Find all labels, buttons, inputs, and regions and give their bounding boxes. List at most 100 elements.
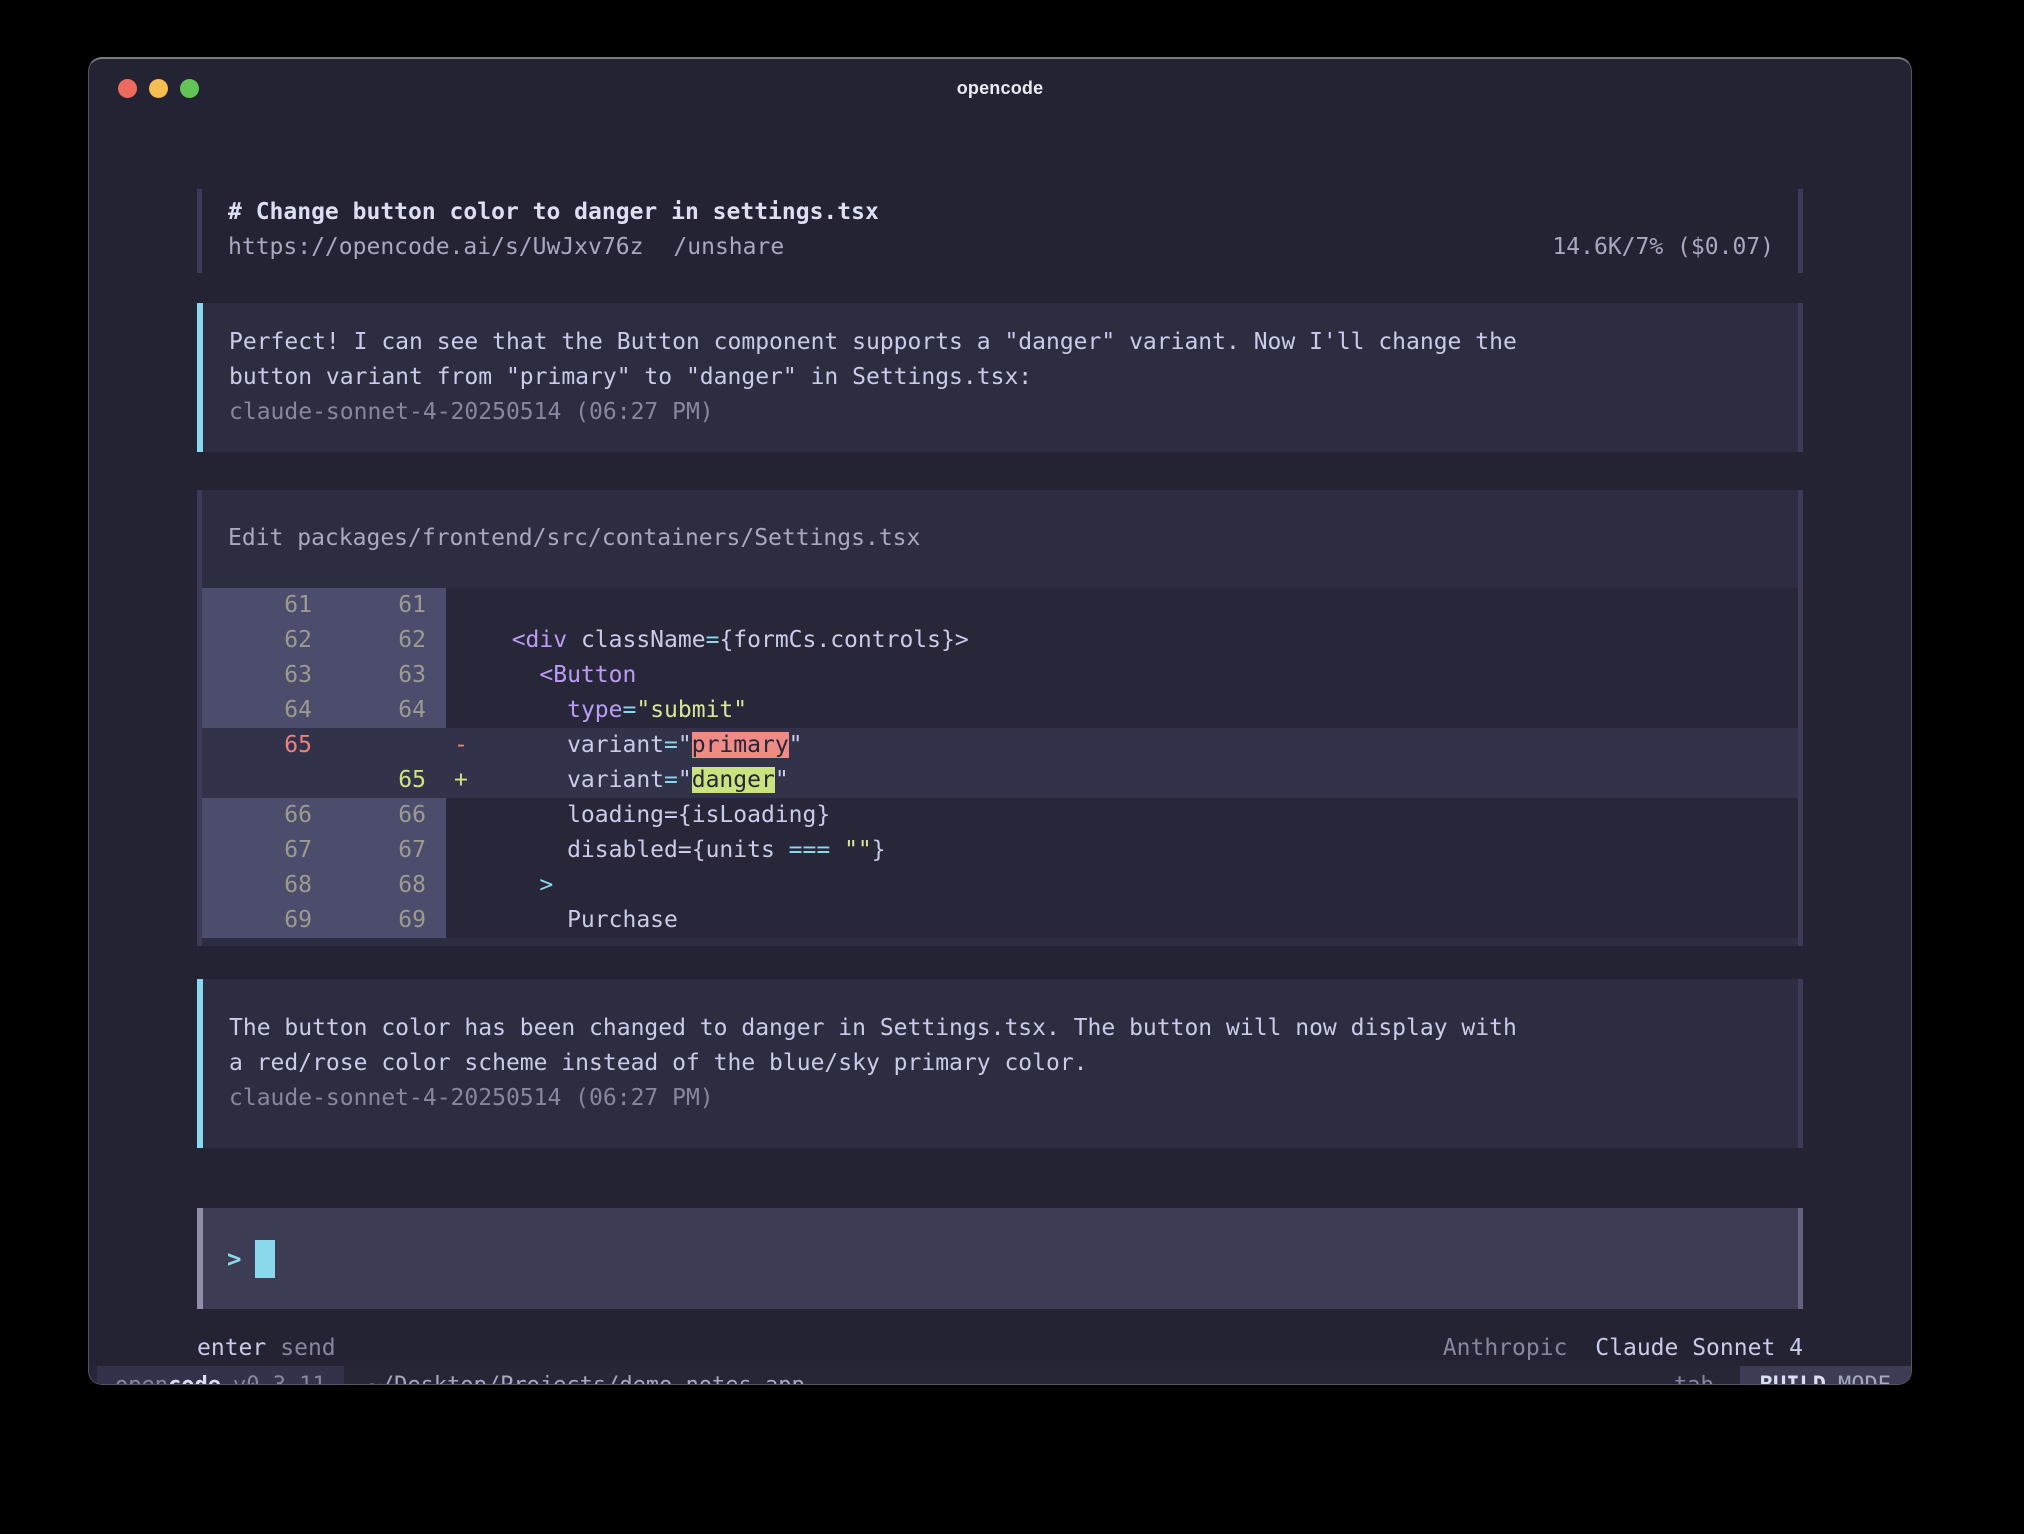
code-token: " — [775, 767, 789, 793]
edit-file-path: Edit packages/frontend/src/containers/Se… — [202, 490, 1798, 588]
unshare-command[interactable]: /unshare — [673, 230, 784, 265]
code-token: "" — [844, 837, 872, 863]
prompt-input[interactable]: > — [197, 1208, 1803, 1309]
diff-sign — [446, 868, 484, 903]
new-line-number: 65 — [324, 763, 446, 798]
code-token: <div — [512, 627, 567, 653]
code-token: = — [678, 837, 692, 863]
old-line-number: 61 — [202, 588, 324, 623]
window-titlebar[interactable]: opencode — [89, 59, 1911, 117]
diff-row: 6666 loading={isLoading} — [202, 798, 1798, 833]
code-token: "submit" — [636, 697, 747, 723]
app-version-segment: opencode v0.3.11 — [97, 1366, 344, 1385]
text-cursor — [255, 1240, 275, 1278]
code-token: = — [622, 697, 636, 723]
new-line-number: 68 — [324, 868, 446, 903]
code-line: type="submit" — [484, 693, 1798, 728]
opencode-window: opencode # Change button color to danger… — [88, 57, 1912, 1385]
status-bar-right: tab BUILD MODE — [1674, 1366, 1911, 1385]
token-cost-stats: 14.6K/7% ($0.07) — [1552, 230, 1774, 265]
old-line-number: 65 — [202, 728, 324, 763]
new-line-number — [324, 728, 446, 763]
old-line-number: 67 — [202, 833, 324, 868]
diff-sign — [446, 658, 484, 693]
new-line-number: 66 — [324, 798, 446, 833]
status-bar: opencode v0.3.11 ~/Desktop/Projects/demo… — [89, 1366, 1911, 1385]
diff-row: 6868 > — [202, 868, 1798, 903]
diff-sign: - — [446, 728, 484, 763]
session-meta-row: https://opencode.ai/s/UwJxv76z /unshare … — [228, 230, 1774, 265]
diff-sign — [446, 588, 484, 623]
prompt-chevron: > — [227, 1245, 241, 1273]
assistant-message: The button color has been changed to dan… — [197, 979, 1803, 1148]
code-token: {isLoading} — [678, 802, 830, 828]
diff-row: 65- variant="primary" — [202, 728, 1798, 763]
code-line: <Button — [484, 658, 1798, 693]
code-token: danger — [692, 767, 775, 793]
code-line: <div className={formCs.controls}> — [484, 623, 1798, 658]
code-token: variant — [484, 767, 664, 793]
code-line: > — [484, 868, 1798, 903]
mode-segment[interactable]: BUILD MODE — [1740, 1366, 1911, 1385]
code-line: loading={isLoading} — [484, 798, 1798, 833]
close-circle-icon[interactable] — [118, 79, 137, 98]
new-line-number: 64 — [324, 693, 446, 728]
new-line-number: 61 — [324, 588, 446, 623]
code-token: type — [567, 697, 622, 723]
code-token — [830, 837, 844, 863]
old-line-number: 62 — [202, 623, 324, 658]
diff-row: 65+ variant="danger" — [202, 763, 1798, 798]
code-token: className — [567, 627, 705, 653]
diff-sign — [446, 623, 484, 658]
diff-row: 6363 <Button — [202, 658, 1798, 693]
old-line-number: 64 — [202, 693, 324, 728]
session-header: # Change button color to danger in setti… — [197, 189, 1803, 273]
assistant-message-text: Perfect! I can see that the Button compo… — [229, 325, 1770, 395]
old-line-number: 63 — [202, 658, 324, 693]
code-token: loading — [484, 802, 664, 828]
edit-tool-block: Edit packages/frontend/src/containers/Se… — [197, 490, 1803, 946]
traffic-lights — [118, 59, 199, 117]
window-title: opencode — [957, 78, 1044, 99]
diff-sign — [446, 903, 484, 938]
model-indicator: Anthropic Claude Sonnet 4 — [1443, 1331, 1803, 1366]
diff-sign: + — [446, 763, 484, 798]
share-url[interactable]: https://opencode.ai/s/UwJxv76z — [228, 230, 643, 265]
diff-row: 6969 Purchase — [202, 903, 1798, 938]
main-content: # Change button color to danger in setti… — [89, 117, 1911, 1366]
code-token: <Button — [539, 662, 636, 688]
code-token: " — [678, 767, 692, 793]
diff-rows: 61616262 <div className={formCs.controls… — [202, 588, 1798, 938]
code-token: primary — [692, 732, 789, 758]
code-token: {units — [692, 837, 789, 863]
code-token: = — [706, 627, 720, 653]
code-line: variant="primary" — [484, 728, 1798, 763]
code-token: {formCs.controls}> — [719, 627, 968, 653]
diff-row: 6262 <div className={formCs.controls}> — [202, 623, 1798, 658]
code-token — [484, 662, 539, 688]
app-version: v0.3.11 — [233, 1373, 326, 1386]
code-token — [484, 697, 567, 723]
code-token: " — [789, 732, 803, 758]
session-title: # Change button color to danger in setti… — [228, 195, 1774, 230]
app-name-open: open — [115, 1373, 168, 1386]
diff-row: 6464 type="submit" — [202, 693, 1798, 728]
code-token: > — [539, 872, 553, 898]
old-line-number — [202, 763, 324, 798]
app-name-code: code — [168, 1373, 221, 1386]
zoom-circle-icon[interactable] — [180, 79, 199, 98]
diff-row: 6767 disabled={units === ""} — [202, 833, 1798, 868]
minimize-circle-icon[interactable] — [149, 79, 168, 98]
enter-key-hint: enter — [197, 1331, 266, 1366]
old-line-number: 66 — [202, 798, 324, 833]
new-line-number: 62 — [324, 623, 446, 658]
assistant-message-text: The button color has been changed to dan… — [229, 1011, 1770, 1081]
new-line-number: 67 — [324, 833, 446, 868]
assistant-message-meta: claude-sonnet-4-20250514 (06:27 PM) — [229, 395, 1770, 430]
code-token — [484, 627, 512, 653]
new-line-number: 69 — [324, 903, 446, 938]
send-action-hint: send — [280, 1331, 335, 1366]
mode-suffix: MODE — [1838, 1373, 1891, 1386]
code-token: = — [664, 732, 678, 758]
code-token: = — [664, 802, 678, 828]
